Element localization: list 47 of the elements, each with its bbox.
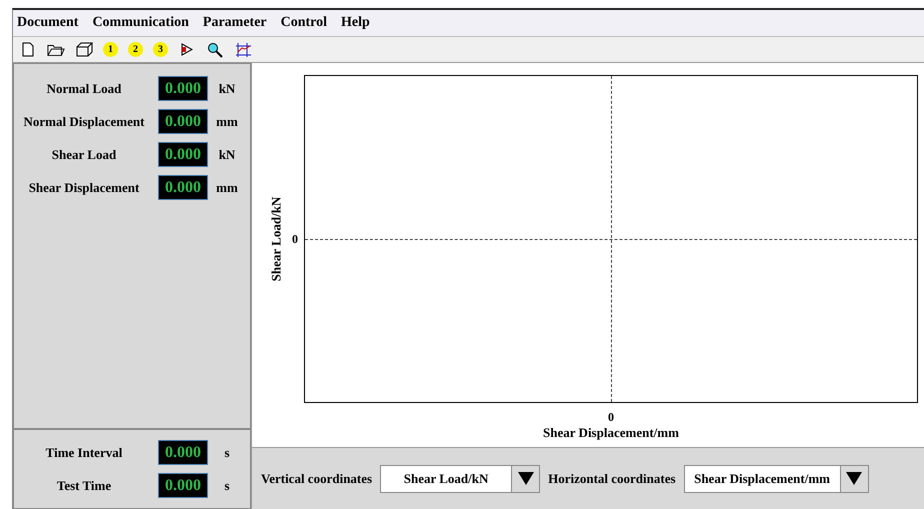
toolbar-button[interactable]: [234, 40, 252, 58]
new-file-icon: [22, 42, 34, 57]
dropdown-button[interactable]: [511, 466, 540, 492]
reading-display: 0.000: [158, 440, 208, 465]
menu-item[interactable]: Control: [280, 15, 328, 31]
numbered-tool-button[interactable]: 3: [153, 42, 168, 57]
box-icon: [76, 42, 92, 57]
play-icon: [181, 43, 193, 56]
x-axis-label: Shear Displacement/mm: [543, 425, 679, 442]
menu-item[interactable]: Document: [17, 15, 78, 31]
reading-display: 0.000: [158, 76, 208, 101]
caret-icon: [518, 472, 534, 485]
reading-display: 0.000: [158, 473, 208, 498]
chart-axes-icon: [235, 42, 251, 58]
menu-item[interactable]: Help: [341, 15, 370, 31]
toolbar-button[interactable]: [206, 40, 224, 58]
unit-label: kN: [218, 80, 236, 96]
reading-display: 0.000: [158, 109, 208, 134]
reading-label: Time Interval: [44, 444, 124, 460]
y-axis-label: Shear Load/kN: [268, 196, 284, 282]
unit-label: kN: [218, 146, 236, 162]
unit-label: mm: [215, 180, 239, 196]
reading-display: 0.000: [158, 175, 208, 200]
reading-label: Normal Displacement: [22, 114, 146, 130]
search-icon: [207, 42, 223, 58]
unit-label: s: [223, 478, 231, 494]
coordinate-dropdown[interactable]: Shear Load/kN: [380, 464, 540, 492]
numbered-tool-button[interactable]: 1: [103, 42, 118, 57]
menu-item[interactable]: Communication: [92, 15, 189, 31]
x-tick-label: 0: [608, 410, 614, 425]
folder-icon: [47, 42, 65, 56]
toolbar-button[interactable]: [75, 40, 93, 58]
y-tick-label: 0: [292, 232, 298, 246]
menu-item[interactable]: Parameter: [202, 15, 267, 31]
coordinate-dropdown[interactable]: Shear Displacement/mm: [684, 464, 869, 492]
unit-label: s: [223, 444, 231, 460]
coordinate-label: Horizontal coordinates: [548, 470, 676, 486]
reading-display: 0.000: [158, 142, 208, 167]
reading-label: Normal Load: [46, 80, 122, 96]
numbered-tool-button[interactable]: 2: [128, 42, 143, 57]
coordinate-label: Vertical coordinates: [261, 470, 372, 486]
unit-label: mm: [215, 114, 239, 130]
reading-label: Test Time: [56, 478, 112, 494]
dropdown-button[interactable]: [840, 466, 868, 492]
reading-label: Shear Load: [50, 146, 118, 162]
reading-label: Shear Displacement: [28, 180, 140, 196]
caret-icon: [846, 472, 862, 485]
